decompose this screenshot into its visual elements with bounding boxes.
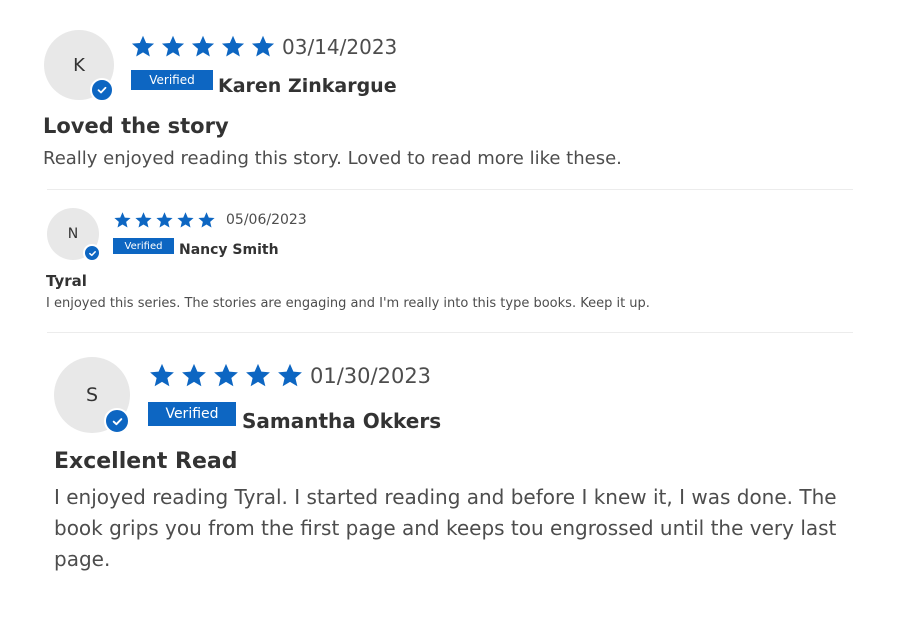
- avatar-initial: N: [67, 226, 79, 242]
- star-icon: [198, 211, 215, 227]
- star-icon: [135, 211, 152, 227]
- star-icon: [221, 35, 245, 57]
- star-icon: [191, 35, 215, 57]
- verified-check-icon: [83, 244, 101, 262]
- star-icon: [161, 35, 185, 57]
- star-icon: [156, 211, 173, 227]
- verified-badge: Verified: [148, 402, 236, 426]
- star-icon: [131, 35, 155, 57]
- avatar-initial: K: [73, 54, 85, 76]
- star-icon: [214, 363, 238, 387]
- star-icon: [246, 363, 270, 387]
- review-body: I enjoyed this series. The stories are e…: [46, 296, 650, 311]
- verified-badge: Verified: [113, 238, 174, 254]
- review-date: 01/30/2023: [310, 364, 432, 388]
- review-body: I enjoyed reading Tyral. I started readi…: [54, 485, 837, 571]
- review-body: Really enjoyed reading this story. Loved…: [43, 148, 622, 169]
- review-date: 05/06/2023: [226, 212, 307, 228]
- review-title: Excellent Read: [54, 449, 238, 474]
- star-icon: [182, 363, 206, 387]
- review-title: Tyral: [46, 272, 87, 290]
- star-icon: [177, 211, 194, 227]
- star-icon: [150, 363, 174, 387]
- reviewer-name: Karen Zinkargue: [218, 75, 397, 97]
- star-icon: [278, 363, 302, 387]
- review-date: 03/14/2023: [282, 35, 398, 59]
- star-icon: [114, 211, 131, 227]
- divider: [47, 189, 853, 190]
- star-rating: [130, 34, 276, 60]
- reviewer-name: Samantha Okkers: [242, 409, 442, 433]
- divider: [47, 332, 853, 333]
- verified-badge: Verified: [131, 70, 213, 90]
- star-icon: [251, 35, 275, 57]
- star-rating: [148, 362, 304, 390]
- star-rating: [113, 210, 216, 230]
- reviewer-name: Nancy Smith: [179, 242, 279, 258]
- verified-check-icon: [104, 408, 130, 434]
- avatar-initial: S: [85, 384, 99, 406]
- review-title: Loved the story: [43, 114, 229, 138]
- verified-check-icon: [90, 78, 114, 102]
